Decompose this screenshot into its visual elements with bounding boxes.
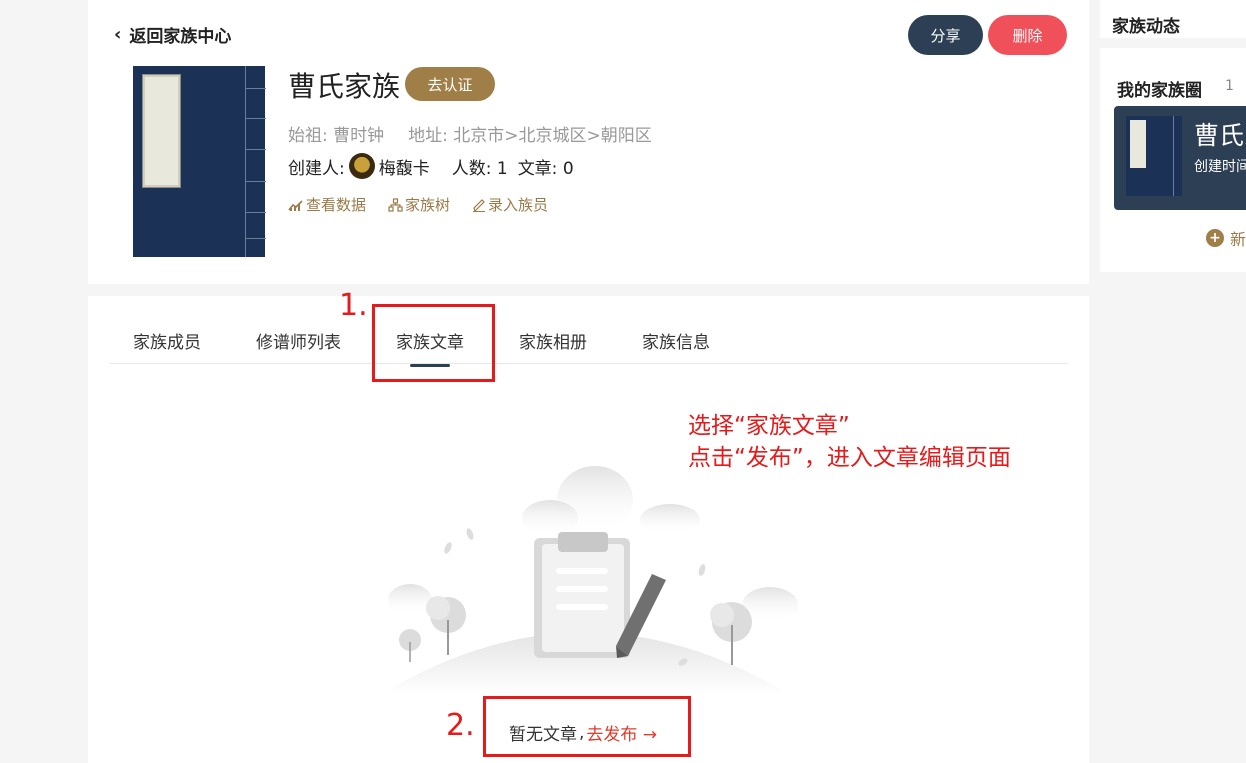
- family-feed-card: 家族动态: [1100, 0, 1246, 38]
- tab-family-albums[interactable]: 家族相册: [519, 328, 587, 353]
- family-book-cover: [133, 66, 266, 257]
- chart-icon: [288, 199, 303, 211]
- instruction-line-1: 选择“家族文章”: [688, 413, 850, 439]
- circle-item-name: 曹氏家: [1194, 121, 1246, 150]
- tab-bar: 家族成员 修谱师列表 家族文章 家族相册 家族信息: [110, 296, 1068, 367]
- chevron-left-icon: ‹: [114, 24, 122, 45]
- article-count: 文章: 0: [517, 158, 574, 179]
- member-count: 人数: 1: [451, 158, 508, 179]
- mini-book-spine: [1173, 116, 1182, 196]
- empty-state-separator: ,: [579, 722, 585, 743]
- empty-state-text: 暂无文章: [509, 725, 577, 745]
- add-member-link[interactable]: 录入族员: [472, 194, 548, 215]
- back-label: 返回家族中心: [129, 27, 232, 47]
- ancestor-text: 始祖: 曹时钟: [288, 126, 385, 146]
- mini-book-cover: [1126, 116, 1182, 196]
- empty-clipboard-illustration: [380, 466, 798, 695]
- circle-title: 我的家族圈: [1117, 81, 1202, 101]
- creator-line: 创建人: 梅馥卡 人数: 1 文章: 0: [288, 153, 574, 179]
- plus-icon: +: [1206, 229, 1224, 247]
- family-header-card: ‹ 返回家族中心 分享 删除 曹氏家族 去认证 始祖: 曹时钟 地址: 北京市>…: [88, 0, 1089, 284]
- tree-icon: [388, 197, 403, 212]
- step-1-annotation: 1.: [339, 288, 368, 323]
- avatar: [348, 153, 375, 179]
- view-data-link[interactable]: 查看数据: [288, 194, 366, 215]
- creator-name[interactable]: 梅馥卡: [379, 154, 430, 179]
- address-text: 地址: 北京市>北京城区>朝阳区: [408, 126, 652, 146]
- mini-book-label: [1130, 120, 1146, 168]
- tab-family-info[interactable]: 家族信息: [642, 328, 710, 353]
- tab-genealogist-list[interactable]: 修谱师列表: [256, 328, 341, 353]
- verify-button[interactable]: 去认证: [405, 67, 495, 101]
- circle-item-created: 创建时间: [1194, 159, 1246, 175]
- family-tree-label: 家族树: [405, 196, 451, 214]
- book-title-label: [142, 74, 181, 188]
- creator-prefix: 创建人:: [288, 158, 345, 179]
- family-tree-link[interactable]: 家族树: [388, 194, 450, 215]
- family-actions: 查看数据 家族树 录入族员: [288, 194, 548, 215]
- publish-link[interactable]: 去发布 →: [586, 720, 657, 745]
- family-meta-line: 始祖: 曹时钟 地址: 北京市>北京城区>朝阳区: [288, 121, 652, 146]
- step-2-annotation: 2.: [446, 708, 475, 743]
- new-label: 新: [1230, 230, 1246, 249]
- circle-count: 1: [1225, 78, 1234, 94]
- back-to-family-center-link[interactable]: ‹ 返回家族中心: [114, 22, 231, 47]
- tab-highlight-box: [372, 304, 495, 382]
- book-spine: [245, 66, 266, 257]
- new-family-button[interactable]: + 新: [1206, 226, 1246, 250]
- view-data-label: 查看数据: [306, 196, 367, 214]
- my-family-circle-card: 我的家族圈 1 曹氏家 创建时间 + 新: [1100, 48, 1246, 272]
- family-name: 曹氏家族: [288, 70, 401, 103]
- family-circle-item[interactable]: 曹氏家 创建时间: [1114, 106, 1246, 210]
- share-button[interactable]: 分享: [908, 15, 983, 55]
- pencil-icon: [473, 198, 486, 212]
- delete-button[interactable]: 删除: [988, 15, 1067, 55]
- add-member-label: 录入族员: [488, 196, 549, 214]
- empty-state-message: 暂无文章 , 去发布 →: [509, 720, 657, 746]
- feed-title: 家族动态: [1112, 17, 1180, 37]
- tab-family-members[interactable]: 家族成员: [133, 328, 201, 353]
